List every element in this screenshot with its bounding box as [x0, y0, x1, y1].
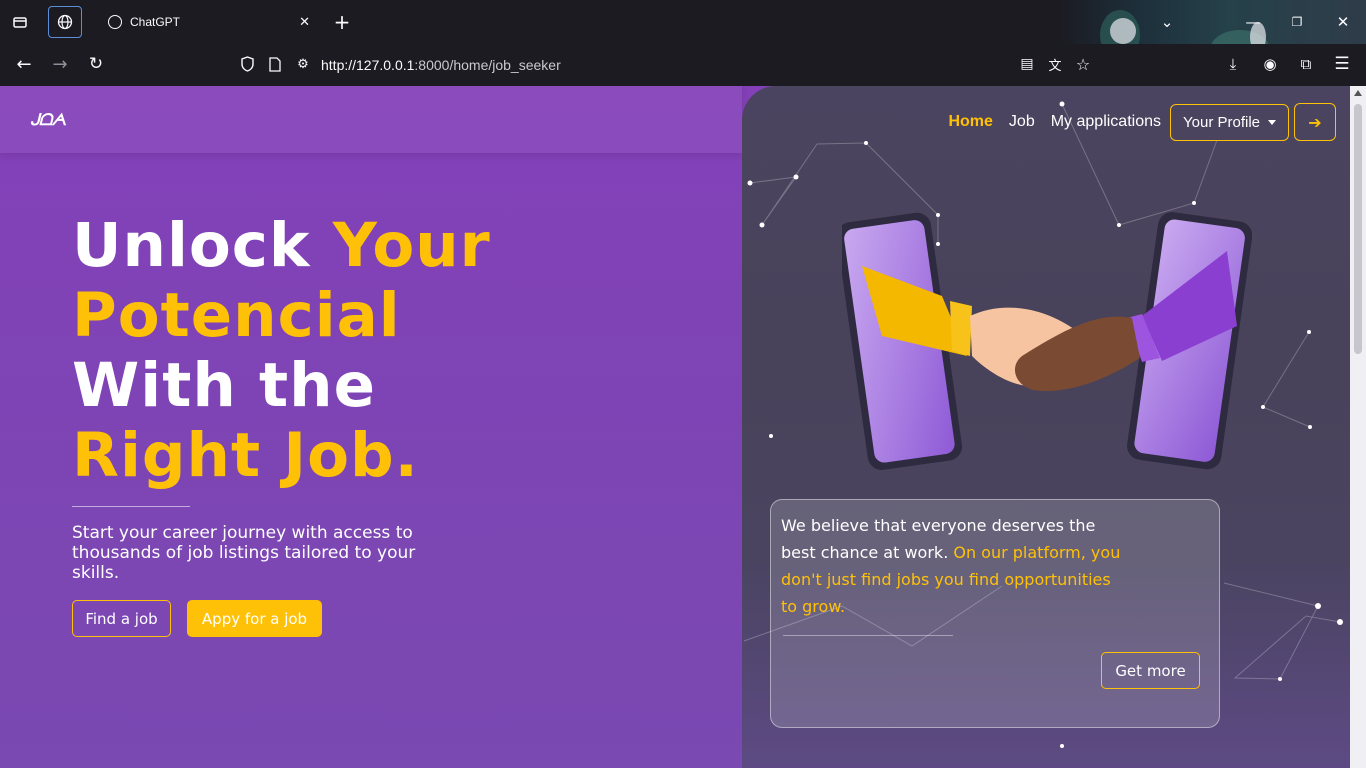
hero-title: Unlock Your Potencial With the Right Job…: [72, 211, 491, 491]
globe-icon[interactable]: [48, 6, 82, 38]
page-info-icon[interactable]: [260, 50, 290, 78]
mission-card: We believe that everyone deserves the be…: [770, 499, 1220, 728]
hero-title-line3: With the: [72, 350, 376, 421]
extensions-icon[interactable]: ⧉: [1291, 50, 1321, 78]
reload-icon[interactable]: ↻: [81, 50, 111, 78]
page-scrollbar[interactable]: [1350, 86, 1366, 768]
downloads-icon[interactable]: ⤓: [1218, 50, 1248, 78]
tab-overview-icon[interactable]: [5, 8, 35, 36]
card-divider: [783, 635, 953, 636]
account-icon[interactable]: ◉: [1255, 50, 1285, 78]
close-window-icon[interactable]: ✕: [1328, 8, 1358, 36]
back-icon[interactable]: ←: [9, 50, 39, 78]
permissions-icon[interactable]: ⚙: [288, 50, 318, 78]
site-logo[interactable]: ᒍᗝᗅ: [30, 110, 66, 130]
restore-icon[interactable]: ❐: [1282, 8, 1312, 36]
hero-subtitle: Start your career journey with access to…: [72, 523, 416, 583]
chatgpt-icon: [108, 15, 122, 29]
hero-title-line2: Potencial: [72, 280, 401, 351]
tab-title: ChatGPT: [130, 15, 181, 29]
main-nav: Home Job My applications Your Profile ➔: [948, 103, 1336, 141]
get-more-button[interactable]: Get more: [1101, 652, 1200, 689]
find-job-button[interactable]: Find a job: [72, 600, 171, 637]
handshake-illustration: [842, 212, 1252, 470]
hero-title-line1: Unlock: [72, 210, 333, 281]
new-tab-icon[interactable]: +: [327, 8, 357, 36]
scroll-up-arrow-icon[interactable]: [1354, 90, 1362, 96]
profile-dropdown[interactable]: Your Profile: [1170, 103, 1289, 141]
minimize-icon[interactable]: —: [1238, 8, 1268, 36]
page-content: ᒍᗝᗅ Unlock Your Potencial With the Right…: [0, 86, 1350, 768]
mission-text: We believe that everyone deserves the be…: [781, 512, 1126, 620]
hero-title-highlight1: Your: [332, 210, 491, 281]
browser-tab-bar: ChatGPT ✕ + ⌄ — ❐ ✕: [0, 0, 1366, 86]
translate-icon[interactable]: 文: [1040, 50, 1070, 78]
scrollbar-thumb[interactable]: [1354, 104, 1362, 354]
shield-icon[interactable]: [232, 50, 262, 78]
menu-icon[interactable]: ☰: [1327, 50, 1357, 78]
profile-dropdown-label: Your Profile: [1183, 113, 1260, 131]
close-tab-icon[interactable]: ✕: [299, 14, 310, 30]
right-panel: Home Job My applications Your Profile ➔: [742, 86, 1350, 768]
nav-job[interactable]: Job: [1009, 113, 1035, 131]
hero-divider: [72, 506, 190, 507]
apply-job-button[interactable]: Appy for a job: [187, 600, 322, 637]
url-path: :8000/home/job_seeker: [414, 57, 561, 73]
url-host: http://127.0.0.1: [321, 57, 415, 73]
nav-my-applications[interactable]: My applications: [1051, 113, 1161, 131]
logout-icon[interactable]: ➔: [1294, 103, 1336, 141]
browser-nav-bar: ← → ↻ ⚙ http://127.0.0.1:8000/home/job_s…: [0, 44, 1366, 86]
bookmark-star-icon[interactable]: ☆: [1068, 50, 1098, 78]
caret-down-icon: [1268, 119, 1276, 125]
site-header: ᒍᗝᗅ: [0, 86, 742, 153]
reader-mode-icon[interactable]: ▤: [1012, 50, 1042, 78]
tab-chatgpt[interactable]: ChatGPT ✕: [98, 6, 320, 38]
forward-icon[interactable]: →: [45, 50, 75, 78]
hero-title-line4: Right Job.: [72, 420, 419, 491]
tab-list-chevron-icon[interactable]: ⌄: [1152, 8, 1182, 36]
nav-home[interactable]: Home: [948, 113, 992, 131]
url-bar[interactable]: http://127.0.0.1:8000/home/job_seeker: [321, 57, 561, 73]
